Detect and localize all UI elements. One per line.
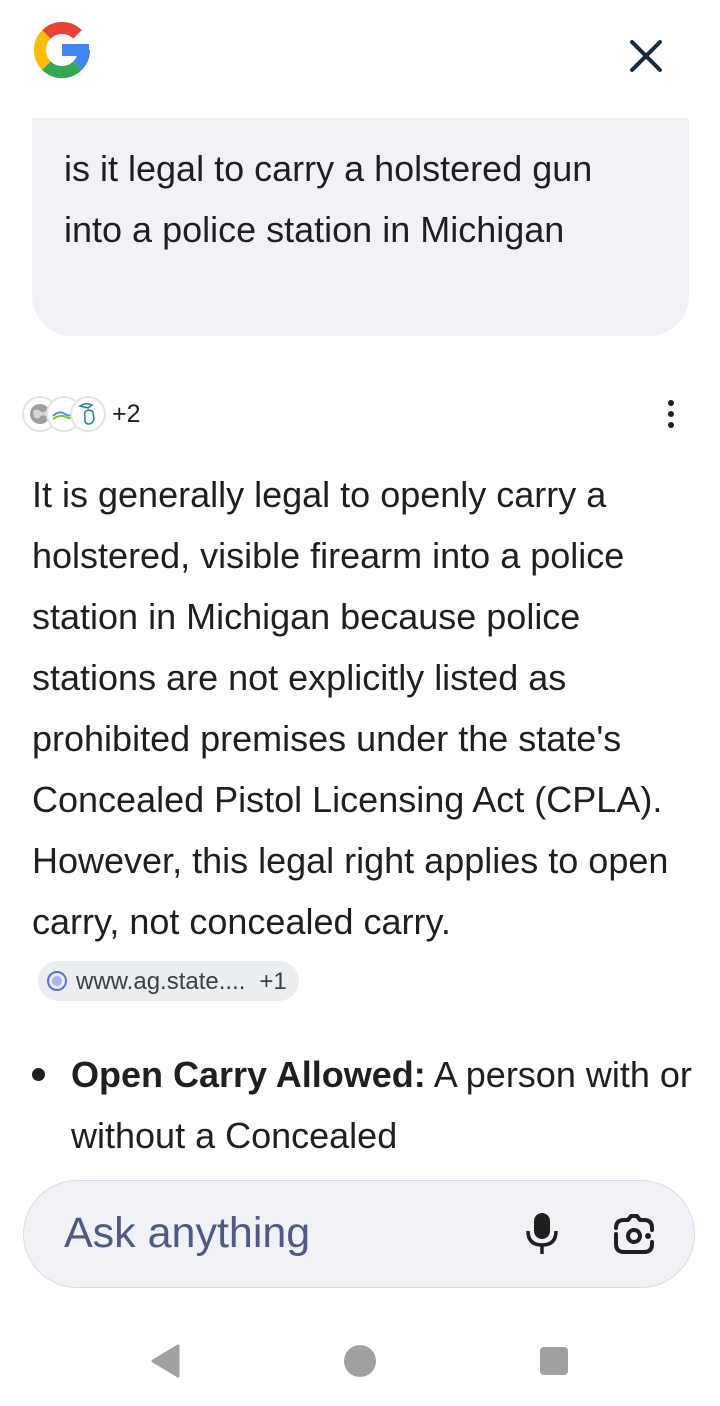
citation-chip[interactable]: www.ag.state.... +1: [38, 961, 299, 1002]
nav-back-button[interactable]: [148, 1343, 182, 1384]
system-navigation-bar: [0, 1320, 720, 1406]
michigan-map-icon: [70, 396, 106, 432]
more-dot-icon: [668, 411, 674, 417]
nav-home-button[interactable]: [342, 1343, 378, 1384]
sources-row[interactable]: +2: [22, 390, 141, 438]
recents-square-icon: [540, 1347, 568, 1375]
close-button[interactable]: [616, 26, 676, 86]
google-g-icon: [30, 18, 94, 82]
back-triangle-icon: [151, 1344, 180, 1378]
google-lens-button[interactable]: [612, 1214, 656, 1258]
ask-placeholder: Ask anything: [64, 1209, 311, 1257]
more-options-button[interactable]: [650, 392, 692, 436]
citation-extra: +1: [259, 967, 287, 995]
close-icon: [630, 40, 662, 72]
microphone-button[interactable]: [524, 1211, 560, 1257]
user-query-bubble: is it legal to carry a holstered gun int…: [32, 118, 689, 336]
google-lens-icon: [614, 1214, 654, 1254]
globe-icon: [47, 971, 67, 992]
sources-extra-count: +2: [112, 399, 141, 428]
citation-label: www.ag.state....: [76, 967, 246, 995]
answer-paragraph: It is generally legal to openly carry a …: [32, 464, 692, 1013]
user-query-text: is it legal to carry a holstered gun int…: [64, 148, 593, 250]
ask-input[interactable]: Ask anything: [23, 1180, 695, 1288]
more-dot-icon: [668, 400, 674, 406]
top-bar: [0, 0, 720, 110]
list-item: Open Carry Allowed: A person with or wit…: [32, 1044, 692, 1166]
answer-bullet-list: Open Carry Allowed: A person with or wit…: [32, 1044, 692, 1166]
input-area: Ask anything: [0, 1160, 720, 1320]
home-circle-icon: [344, 1345, 376, 1377]
more-dot-icon: [668, 422, 674, 428]
answer-text: It is generally legal to openly carry a …: [32, 474, 669, 942]
bullet-heading: Open Carry Allowed:: [71, 1054, 426, 1095]
nav-recents-button[interactable]: [538, 1345, 570, 1382]
microphone-icon: [526, 1213, 558, 1254]
bullet-dot: [32, 1068, 45, 1081]
